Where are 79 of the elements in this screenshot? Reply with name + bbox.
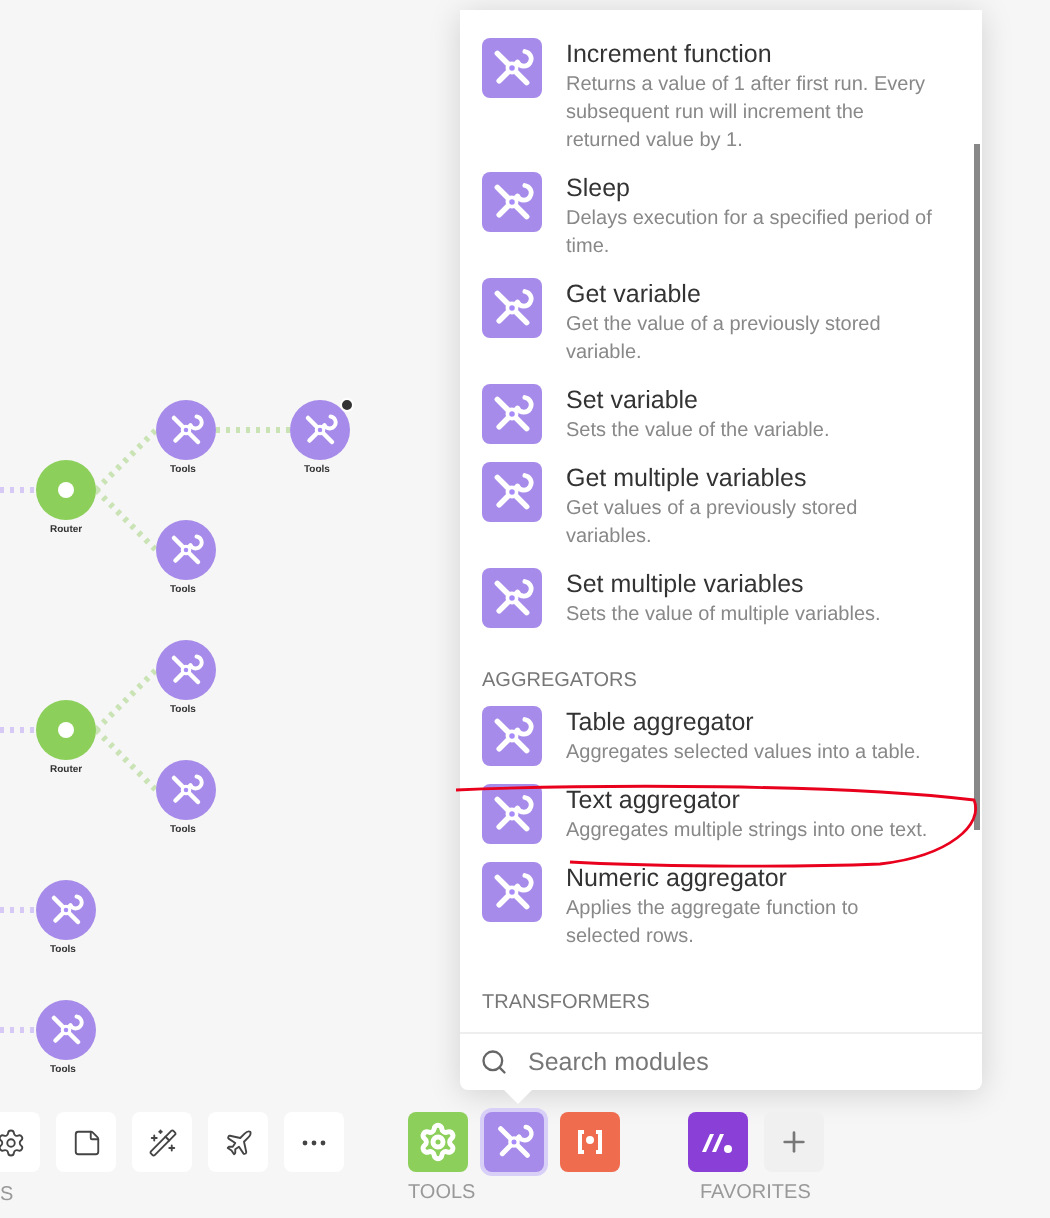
module-item[interactable]: Set variable Sets the value of the variable. xyxy=(482,380,954,458)
tools-icon xyxy=(168,652,204,688)
connector-line xyxy=(93,487,159,553)
tools-icon xyxy=(48,892,84,928)
tools-icon xyxy=(168,772,204,808)
module-title: Numeric aggregator xyxy=(566,862,789,896)
magic-wand-icon xyxy=(147,1127,177,1157)
note-icon xyxy=(71,1127,101,1157)
connector-line xyxy=(93,727,159,793)
connector-line xyxy=(0,487,36,493)
module-item[interactable]: Get multiple variables Get values of a previously stored variables. xyxy=(482,458,954,564)
gear-tool-button[interactable] xyxy=(408,1112,468,1172)
plane-icon xyxy=(223,1127,253,1157)
module-description: Applies the aggregate function to selected rows. xyxy=(566,896,861,952)
module-item[interactable]: Numeric aggregator Applies the aggregate function to selected rows. xyxy=(482,858,954,964)
section-header: AGGREGATORS xyxy=(482,668,639,696)
plane-button[interactable] xyxy=(208,1112,268,1172)
module-title: Set variable xyxy=(566,384,701,418)
app-logo-icon xyxy=(700,1130,736,1154)
tools-icon xyxy=(494,1122,534,1162)
module-description: Sets the value of the variable. xyxy=(566,418,832,446)
router-node[interactable] xyxy=(36,460,96,520)
module-description: Sets the value of multiple variables. xyxy=(566,602,883,630)
module-title: Get multiple variables xyxy=(566,462,809,496)
tools-icon xyxy=(168,412,204,448)
module-description: Get values of a previously stored variables. xyxy=(566,496,860,552)
text-parser-button[interactable] xyxy=(560,1112,620,1172)
tools-icon xyxy=(168,532,204,568)
more-icon xyxy=(302,1139,326,1145)
module-title: Sleep xyxy=(566,172,632,206)
connector-line xyxy=(0,1027,36,1033)
gear-icon xyxy=(418,1122,458,1162)
tools-node[interactable] xyxy=(36,880,96,940)
settings-icon xyxy=(0,1127,25,1157)
search-field[interactable]: Search modules xyxy=(460,1032,982,1090)
add-favorite-button[interactable] xyxy=(764,1112,824,1172)
tools-node[interactable] xyxy=(156,520,216,580)
brackets-icon xyxy=(576,1128,604,1156)
section-header: TRANSFORMERS xyxy=(482,990,652,1018)
module-title: Increment function xyxy=(566,38,774,72)
tools-node[interactable] xyxy=(156,760,216,820)
module-description: Returns a value of 1 after first run. Every subsequent run will increment the returned value by 1. xyxy=(566,72,928,156)
module-description: Aggregates selected values into a table. xyxy=(566,740,923,768)
module-title: Text aggregator xyxy=(566,784,742,818)
tools-node[interactable] xyxy=(36,1000,96,1060)
group-label: TOOLS xyxy=(408,1184,476,1204)
module-title: Table aggregator xyxy=(566,706,756,740)
module-description: Get the value of a previously stored variable. xyxy=(566,312,883,368)
connector-line xyxy=(93,667,159,733)
magic-button[interactable] xyxy=(132,1112,192,1172)
tools-node[interactable] xyxy=(156,640,216,700)
connector-line xyxy=(0,727,36,733)
module-item[interactable]: Increment function Returns a value of 1 after first run. Every subsequent run will increment the returned value by 1. xyxy=(482,34,954,168)
toolbar-label: S xyxy=(0,1186,14,1206)
scrollbar[interactable] xyxy=(974,144,980,830)
connector-line xyxy=(0,907,36,913)
search-input[interactable]: Search modules xyxy=(528,1043,962,1081)
module-item[interactable]: Text aggregator Aggregates multiple strings into one text. xyxy=(482,780,954,858)
note-button[interactable] xyxy=(56,1112,116,1172)
module-item[interactable]: Table aggregator Aggregates selected values into a table. xyxy=(482,702,954,780)
connector-line xyxy=(93,427,159,493)
favorite-app-button[interactable] xyxy=(688,1112,748,1172)
connector-line xyxy=(216,427,290,433)
tools-button[interactable] xyxy=(484,1112,544,1172)
tools-icon xyxy=(48,1012,84,1048)
module-item[interactable]: Get variable Get the value of a previously stored variable. xyxy=(482,274,954,380)
plus-icon xyxy=(778,1126,810,1158)
module-title: Get variable xyxy=(566,278,703,312)
group-label: FAVORITES xyxy=(700,1184,811,1204)
module-title: Set multiple variables xyxy=(566,568,806,602)
tools-node[interactable] xyxy=(290,400,350,460)
search-icon xyxy=(480,1048,508,1076)
module-description: Aggregates multiple strings into one text. xyxy=(566,818,930,846)
router-node[interactable] xyxy=(36,700,96,760)
tools-node[interactable] xyxy=(156,400,216,460)
module-item[interactable]: Set multiple variables Sets the value of multiple variables. xyxy=(482,564,954,642)
module-item[interactable]: Sleep Delays execution for a specified period of time. xyxy=(482,168,954,274)
tools-icon xyxy=(302,412,338,448)
module-description: Delays execution for a specified period of time. xyxy=(566,206,934,262)
